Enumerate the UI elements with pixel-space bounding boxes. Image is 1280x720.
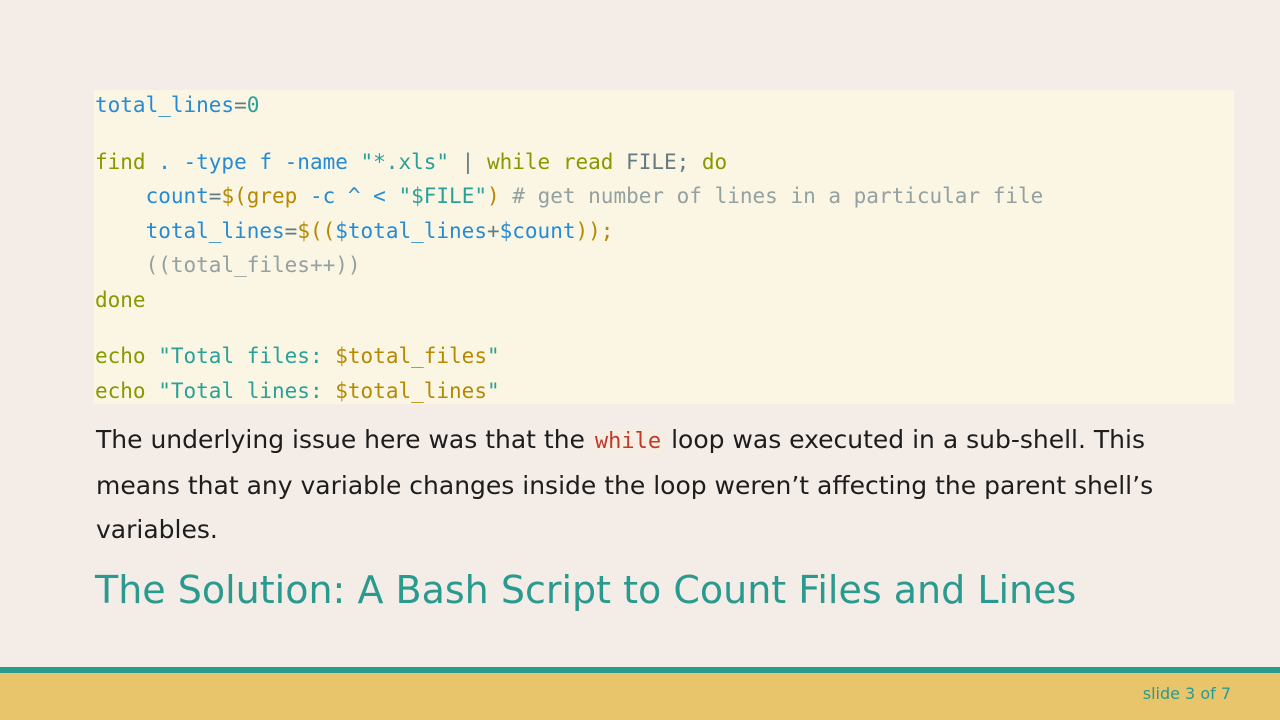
code-token: + — [486, 219, 500, 243]
slide-counter: slide 3 of 7 — [1142, 684, 1231, 703]
code-token: " — [486, 344, 500, 368]
code-token: "*.xls" — [360, 150, 450, 174]
code-token: " — [486, 379, 500, 403]
code-token: = — [208, 184, 222, 208]
code-token: $total_lines — [335, 219, 487, 243]
code-token: -c ^ < — [297, 184, 399, 208]
code-token: $total_files — [335, 344, 487, 368]
code-token: done — [95, 288, 146, 312]
code-line: done — [95, 285, 146, 315]
code-line: count=$(grep -c ^ < "$FILE") # get numbe… — [95, 181, 1044, 211]
code-token: "Total files: — [158, 344, 336, 368]
code-line: echo "Total lines: $total_lines" — [95, 376, 500, 406]
code-line: ((total_files++)) — [95, 250, 361, 280]
code-token: echo — [95, 344, 146, 368]
explanation-paragraph: The underlying issue here was that the w… — [96, 418, 1236, 552]
code-token: ((total_files++)) — [145, 253, 361, 277]
code-line: echo "Total files: $total_files" — [95, 341, 500, 371]
code-line: find . -type f -name "*.xls" | while rea… — [95, 147, 727, 177]
code-token: count — [145, 184, 209, 208]
code-token: "$FILE" — [398, 184, 487, 208]
code-comment: # get number of lines in a particular fi… — [499, 184, 1044, 208]
code-line: total_lines=$(($total_lines+$count)); — [95, 216, 614, 246]
code-token: grep — [246, 184, 298, 208]
code-token: do — [689, 150, 728, 174]
code-token: | — [449, 150, 487, 174]
code-token: echo — [95, 379, 146, 403]
paragraph-text: The underlying issue here was that the w… — [96, 418, 1236, 552]
code-token: = — [234, 93, 247, 117]
code-block: total_lines=0 find . -type f -name "*.xl… — [94, 90, 1234, 404]
code-token: FILE; — [613, 150, 690, 174]
code-token: )); — [575, 219, 614, 243]
code-token: while read — [486, 150, 614, 174]
code-line: total_lines=0 — [95, 90, 259, 120]
code-token: total_lines — [145, 219, 285, 243]
code-token: "Total lines: — [158, 379, 336, 403]
code-token: $(( — [297, 219, 336, 243]
code-token: 0 — [246, 93, 260, 117]
code-token: $total_lines — [335, 379, 487, 403]
code-token: $( — [221, 184, 247, 208]
code-token: total_lines — [95, 93, 235, 117]
section-heading: The Solution: A Bash Script to Count Fil… — [95, 568, 1077, 612]
code-token: find — [95, 150, 146, 174]
paragraph-text-part: The underlying issue here was that the — [96, 425, 593, 454]
code-token: $count — [499, 219, 576, 243]
code-token: ) — [487, 184, 500, 208]
footer-bar — [0, 673, 1280, 720]
code-token: . -type f -name — [145, 150, 361, 174]
inline-code: while — [592, 429, 664, 454]
code-token: = — [284, 219, 298, 243]
